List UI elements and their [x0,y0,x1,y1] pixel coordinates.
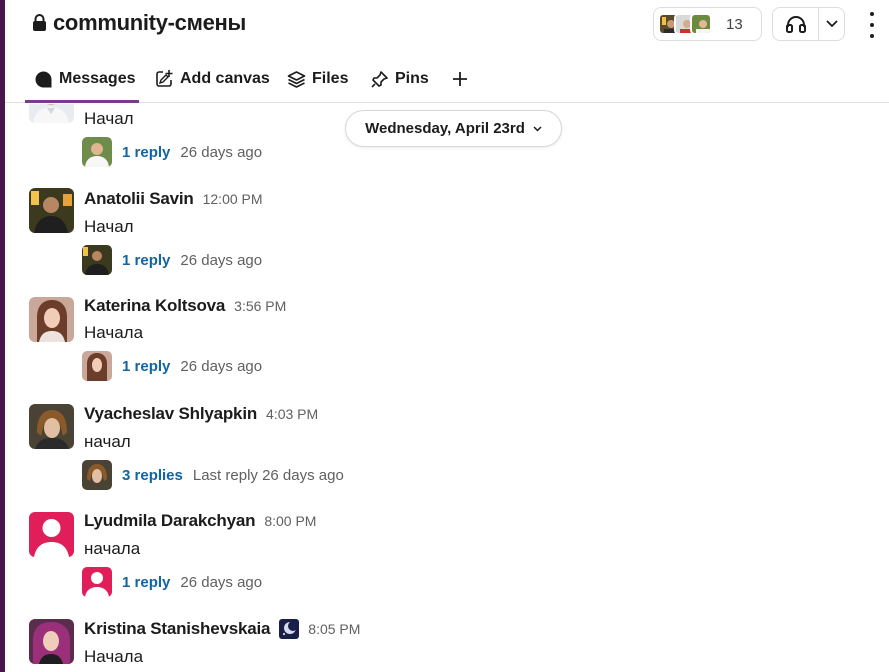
message-item: Lyudmila Darakchyan 8:00 PM начала 1 rep… [5,510,889,615]
tab-pins[interactable]: Pins [370,68,429,90]
thread-summary[interactable]: 1 reply 26 days ago [82,245,262,275]
tab-add-canvas[interactable]: Add canvas [154,68,270,90]
message-header: Katerina Koltsova 3:56 PM [84,296,286,316]
avatar[interactable] [29,188,74,233]
channel-header: community-смены 13 [5,0,889,52]
message-list: Начал 1 reply 26 days ago Anatolii Savin… [5,104,889,672]
channel-name: community-смены [53,10,246,35]
add-tab-button[interactable] [451,68,469,90]
plus-icon [451,70,469,88]
last-reply-time: 26 days ago [180,573,263,591]
huddle-button[interactable] [772,7,845,41]
message-text: Начал [84,109,134,128]
tab-files[interactable]: Files [287,68,348,90]
tab-label: Files [312,70,349,87]
message-text: начала [84,539,141,558]
message-text: начал [84,432,131,451]
message-item: Katerina Koltsova 3:56 PM Начала 1 reply… [5,295,889,400]
timestamp[interactable]: 3:56 PM [234,298,286,314]
thread-summary[interactable]: 1 reply 26 days ago [82,137,262,167]
files-icon [287,70,306,89]
members-button[interactable]: 13 [653,7,762,41]
thread-summary[interactable]: 3 replies Last reply 26 days ago [82,460,344,490]
reply-count-link[interactable]: 1 reply [122,574,170,591]
timestamp[interactable]: 8:05 PM [308,621,360,637]
tab-messages[interactable]: Messages [34,68,136,90]
date-divider-label: Wednesday, April 23rd [365,120,525,137]
author-name[interactable]: Kristina Stanishevskaia [84,619,270,639]
tab-label: Pins [395,70,429,87]
message-item: Vyacheslav Shlyapkin 4:03 PM начал 3 rep… [5,403,889,508]
message-text: Начал [84,217,134,236]
moon-status-icon[interactable] [279,619,300,639]
timestamp[interactable]: 4:03 PM [266,406,318,422]
member-avatars [658,13,712,35]
member-count: 13 [726,15,743,33]
thread-avatar [82,351,112,381]
headphones-icon[interactable] [773,8,819,40]
tab-label: Messages [59,70,136,87]
message-item: Anatolii Savin 12:00 PM Начал 1 reply 26… [5,188,889,293]
pin-icon [370,70,389,89]
message-item: Kristina Stanishevskaia 8:05 PM Начала [5,618,889,672]
add-canvas-icon [154,69,174,89]
avatar[interactable] [29,404,74,449]
reply-count-link[interactable]: 1 reply [122,144,170,161]
member-avatar [690,13,712,35]
thread-avatar [82,567,112,597]
active-tab-indicator [25,100,139,103]
last-reply-time: 26 days ago [180,357,263,375]
reply-count-link[interactable]: 3 replies [122,467,183,484]
last-reply-time: 26 days ago [180,143,263,161]
message-text: Начала [84,647,144,666]
message-header: Vyacheslav Shlyapkin 4:03 PM [84,404,318,424]
author-name[interactable]: Lyudmila Darakchyan [84,511,256,531]
lock-icon [32,14,47,32]
tab-label: Add canvas [180,70,270,87]
thread-avatar [82,245,112,275]
author-name[interactable]: Katerina Koltsova [84,296,225,316]
reply-count-link[interactable]: 1 reply [122,358,170,375]
message-header: Anatolii Savin 12:00 PM [84,189,263,209]
author-name[interactable]: Anatolii Savin [84,189,194,209]
channel-title[interactable]: community-смены [32,10,246,36]
timestamp[interactable]: 12:00 PM [203,191,263,207]
thread-summary[interactable]: 1 reply 26 days ago [82,351,262,381]
avatar[interactable] [29,104,74,123]
timestamp[interactable]: 8:00 PM [264,513,316,529]
thread-summary[interactable]: 1 reply 26 days ago [82,567,262,597]
reply-count-link[interactable]: 1 reply [122,252,170,269]
avatar[interactable] [29,297,74,342]
date-divider-button[interactable]: Wednesday, April 23rd [345,110,562,147]
avatar[interactable] [29,619,74,664]
thread-avatar [82,137,112,167]
channel-tabs: Messages Add canvas Files Pins [5,56,889,103]
message-icon [34,70,53,89]
author-name[interactable]: Vyacheslav Shlyapkin [84,404,257,424]
last-reply-time: Last reply 26 days ago [192,466,344,484]
more-options-icon[interactable] [863,12,881,38]
last-reply-time: 26 days ago [180,251,263,269]
chevron-down-icon [533,125,542,132]
chevron-down-icon[interactable] [819,20,844,28]
message-text: Начала [84,323,144,342]
message-header: Kristina Stanishevskaia 8:05 PM [84,619,360,639]
avatar[interactable] [29,512,74,557]
thread-avatar [82,460,112,490]
message-header: Lyudmila Darakchyan 8:00 PM [84,511,316,531]
